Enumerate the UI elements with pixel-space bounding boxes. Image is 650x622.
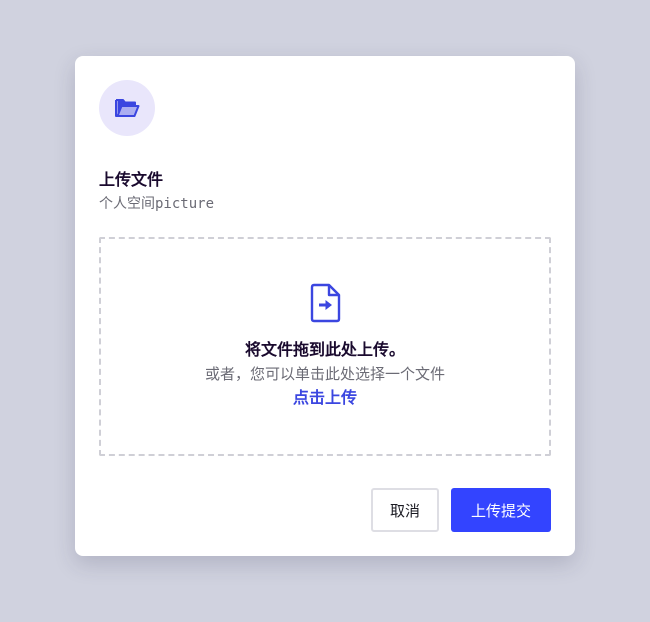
file-arrow-icon xyxy=(310,283,341,323)
header-icon-badge xyxy=(99,80,155,136)
file-dropzone[interactable]: 将文件拖到此处上传。 或者，您可以单击此处选择一个文件 点击上传 xyxy=(99,237,551,456)
dropzone-hint: 或者，您可以单击此处选择一个文件 xyxy=(204,365,445,383)
click-upload-link[interactable]: 点击上传 xyxy=(101,387,549,409)
cancel-button[interactable]: 取消 xyxy=(371,488,439,532)
dialog-subtitle: 个人空间picture xyxy=(99,196,215,212)
dropzone-title: 将文件拖到此处上传。 xyxy=(244,340,405,359)
folder-open-icon xyxy=(115,99,140,117)
submit-upload-button[interactable]: 上传提交 xyxy=(451,488,551,532)
upload-dialog: 上传文件 个人空间picture 将文件拖到此处上传。 或者，您可以单击此处选择… xyxy=(75,56,575,556)
dialog-title: 上传文件 xyxy=(99,170,164,189)
